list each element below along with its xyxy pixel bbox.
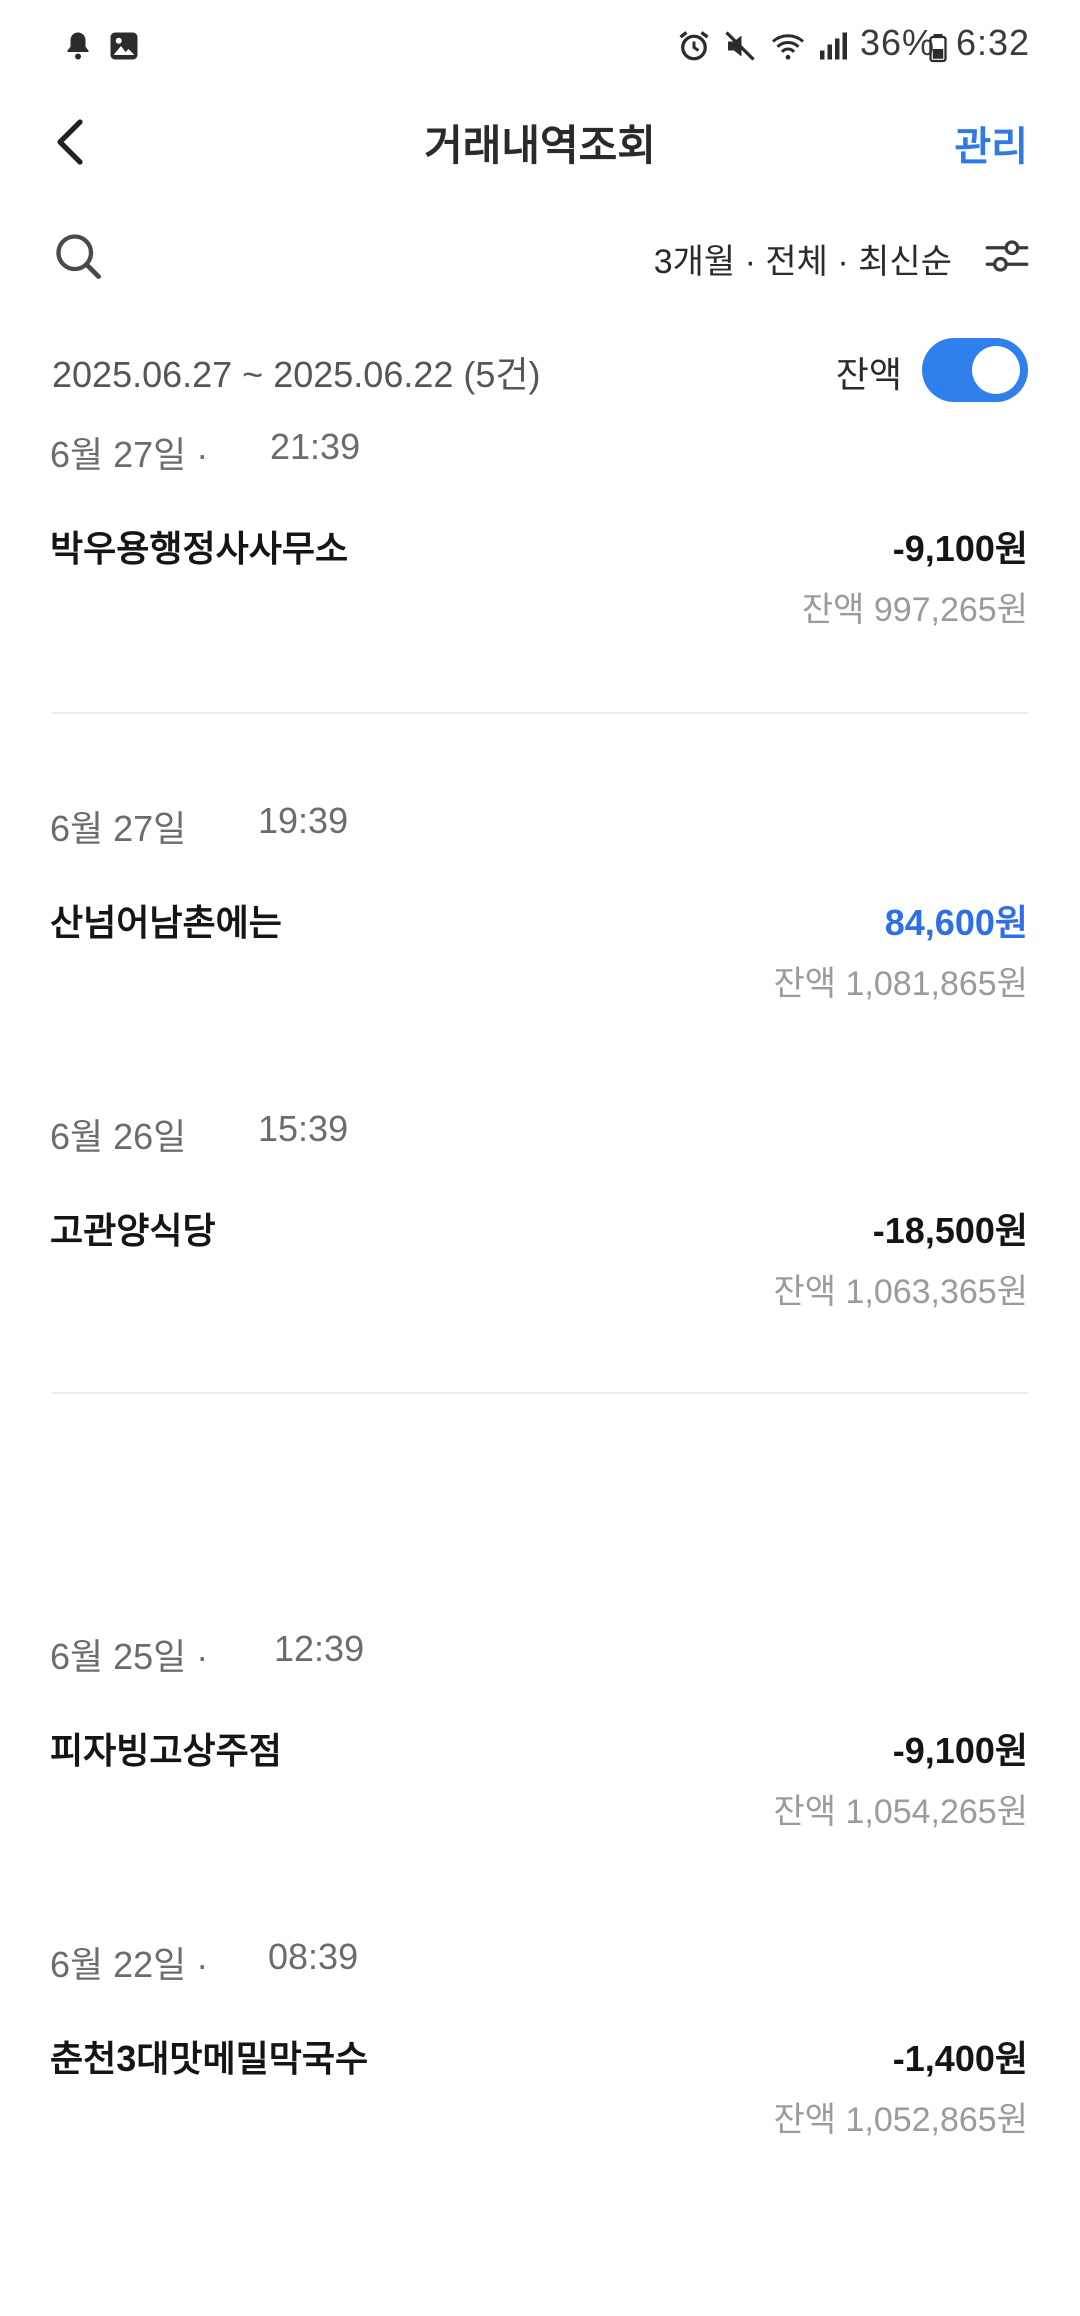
- mute-icon: [725, 31, 755, 61]
- divider: [52, 1392, 1028, 1394]
- tx-balance: 잔액 1,081,865원: [773, 965, 1028, 1003]
- tx-time: 12:39: [274, 1628, 365, 1669]
- gallery-image-icon: [110, 32, 138, 60]
- search-icon[interactable]: [52, 230, 104, 282]
- notification-bell-icon: [67, 32, 89, 60]
- tx-amount: -18,500원: [872, 1210, 1028, 1251]
- tx-time: 19:39: [258, 800, 349, 841]
- filter-summary-button[interactable]: 3개월 · 전체 · 최신순: [654, 234, 952, 283]
- divider: [52, 712, 1028, 714]
- balance-toggle-label: 잔액: [835, 354, 902, 395]
- tx-amount: -9,100원: [892, 528, 1028, 569]
- status-bar: 36% 6:32: [0, 0, 1080, 92]
- toggle-knob: [972, 346, 1020, 394]
- tx-time: 08:39: [268, 1936, 359, 1977]
- tx-merchant: 피자빙고상주점: [50, 1730, 282, 1771]
- tx-date: 6월 22일 ·: [50, 1944, 209, 1985]
- clock: 6:32: [956, 22, 1031, 63]
- tx-balance: 잔액 1,052,865원: [773, 2101, 1028, 2139]
- tx-amount: -1,400원: [892, 2038, 1028, 2079]
- balance-toggle-switch[interactable]: [922, 338, 1028, 402]
- tx-date: 6월 27일: [50, 808, 187, 849]
- tx-date: 6월 25일 ·: [50, 1636, 209, 1677]
- wifi-icon: [772, 34, 804, 60]
- signal-icon: [820, 32, 847, 60]
- tx-merchant: 고관양식당: [50, 1210, 216, 1251]
- tx-merchant: 산넘어남촌에는: [50, 902, 282, 943]
- tx-merchant: 춘천3대맛메밀막국수: [50, 2038, 369, 2079]
- tx-merchant: 박우용행정사사무소: [50, 528, 349, 569]
- tx-amount: -9,100원: [892, 1730, 1028, 1771]
- battery-icon: [929, 34, 947, 63]
- tx-time: 15:39: [258, 1108, 349, 1149]
- tx-balance: 잔액 997,265원: [801, 591, 1028, 629]
- tx-date: 6월 26일: [50, 1116, 187, 1157]
- filter-settings-icon[interactable]: [984, 236, 1030, 276]
- tx-balance: 잔액 1,054,265원: [773, 1793, 1028, 1831]
- date-range-summary: 2025.06.27 ~ 2025.06.22 (5건): [52, 354, 541, 395]
- tx-date: 6월 27일 ·: [50, 434, 209, 475]
- tx-balance: 잔액 1,063,365원: [773, 1273, 1028, 1311]
- battery-percent: 36%: [860, 22, 936, 63]
- manage-button[interactable]: 관리: [954, 114, 1028, 172]
- alarm-icon: [679, 31, 709, 61]
- tx-amount: 84,600원: [884, 902, 1028, 943]
- page-title: 거래내역조회: [424, 122, 656, 169]
- tx-time: 21:39: [270, 426, 361, 467]
